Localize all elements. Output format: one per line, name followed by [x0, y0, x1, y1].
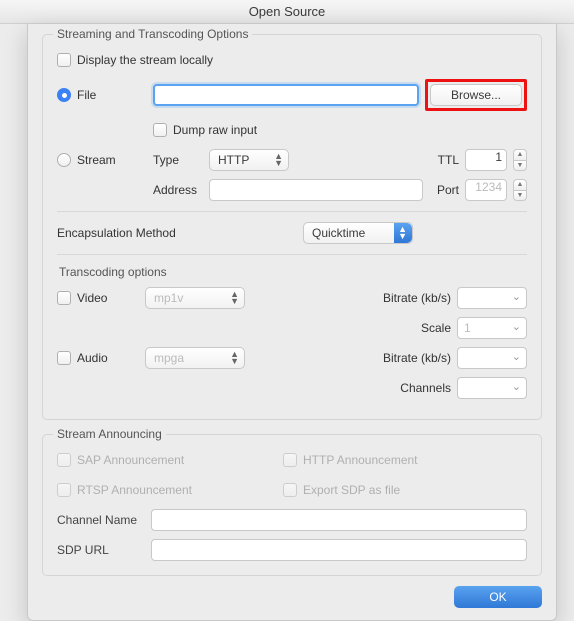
encaps-select[interactable]: Quicktime ▲▼: [303, 222, 413, 244]
video-bitrate-combo[interactable]: [457, 287, 527, 309]
audio-label: Audio: [77, 351, 127, 365]
rtsp-label: RTSP Announcement: [77, 483, 277, 497]
export-sdp-checkbox: [283, 483, 297, 497]
streaming-heading: Streaming and Transcoding Options: [53, 27, 252, 41]
sdp-url-input[interactable]: [151, 539, 527, 561]
sap-label: SAP Announcement: [77, 453, 277, 467]
rtsp-checkbox: [57, 483, 71, 497]
sap-checkbox: [57, 453, 71, 467]
audio-bitrate-combo[interactable]: [457, 347, 527, 369]
encaps-label: Encapsulation Method: [57, 226, 297, 240]
browse-button[interactable]: Browse...: [430, 84, 522, 106]
display-locally-label: Display the stream locally: [77, 53, 213, 67]
type-label: Type: [153, 153, 203, 167]
scale-combo[interactable]: 1: [457, 317, 527, 339]
port-stepper[interactable]: ▲▼: [513, 179, 527, 201]
port-label: Port: [437, 183, 459, 197]
separator: [57, 211, 527, 212]
audio-codec-select[interactable]: mpga ▲▼: [145, 347, 245, 369]
encaps-select-value: Quicktime: [312, 226, 365, 240]
sdp-url-label: SDP URL: [57, 543, 145, 557]
scale-label: Scale: [421, 321, 451, 335]
ttl-input[interactable]: 1: [465, 149, 507, 171]
window-title: Open Source: [0, 0, 574, 24]
address-input[interactable]: [209, 179, 423, 201]
channels-label: Channels: [400, 381, 451, 395]
video-bitrate-label: Bitrate (kb/s): [383, 291, 451, 305]
browse-highlight: Browse...: [425, 79, 527, 111]
http-announce-checkbox: [283, 453, 297, 467]
scale-value: 1: [464, 321, 471, 335]
video-label: Video: [77, 291, 127, 305]
announcing-heading: Stream Announcing: [53, 427, 166, 441]
file-path-input[interactable]: [153, 84, 419, 106]
transcoding-heading: Transcoding options: [59, 265, 527, 279]
audio-bitrate-label: Bitrate (kb/s): [383, 351, 451, 365]
video-codec-value: mp1v: [154, 291, 183, 305]
chevron-updown-icon: ▲▼: [230, 351, 239, 365]
ttl-label: TTL: [438, 153, 459, 167]
streaming-group: Streaming and Transcoding Options Displa…: [42, 34, 542, 420]
audio-codec-value: mpga: [154, 351, 184, 365]
dump-raw-label: Dump raw input: [173, 123, 257, 137]
dump-raw-checkbox[interactable]: [153, 123, 167, 137]
chevron-updown-icon: ▲▼: [274, 153, 283, 167]
announcing-group: Stream Announcing SAP Announcement HTTP …: [42, 434, 542, 576]
ttl-stepper[interactable]: ▲▼: [513, 149, 527, 171]
channel-name-label: Channel Name: [57, 513, 145, 527]
separator: [57, 254, 527, 255]
chevron-updown-icon: ▲▼: [230, 291, 239, 305]
type-select-value: HTTP: [218, 153, 249, 167]
video-checkbox[interactable]: [57, 291, 71, 305]
address-label: Address: [153, 183, 203, 197]
stream-radio-label: Stream: [77, 153, 147, 167]
audio-checkbox[interactable]: [57, 351, 71, 365]
chevron-updown-icon: ▲▼: [398, 226, 407, 240]
port-input[interactable]: 1234: [465, 179, 507, 201]
channels-combo[interactable]: [457, 377, 527, 399]
channel-name-input[interactable]: [151, 509, 527, 531]
export-sdp-label: Export SDP as file: [303, 483, 400, 497]
file-radio-label: File: [77, 88, 147, 102]
file-radio[interactable]: [57, 88, 71, 102]
stream-radio[interactable]: [57, 153, 71, 167]
display-locally-checkbox[interactable]: [57, 53, 71, 67]
type-select[interactable]: HTTP ▲▼: [209, 149, 289, 171]
video-codec-select[interactable]: mp1v ▲▼: [145, 287, 245, 309]
ok-button[interactable]: OK: [454, 586, 542, 608]
http-announce-label: HTTP Announcement: [303, 453, 418, 467]
dialog-sheet: Streaming and Transcoding Options Displa…: [27, 24, 557, 621]
